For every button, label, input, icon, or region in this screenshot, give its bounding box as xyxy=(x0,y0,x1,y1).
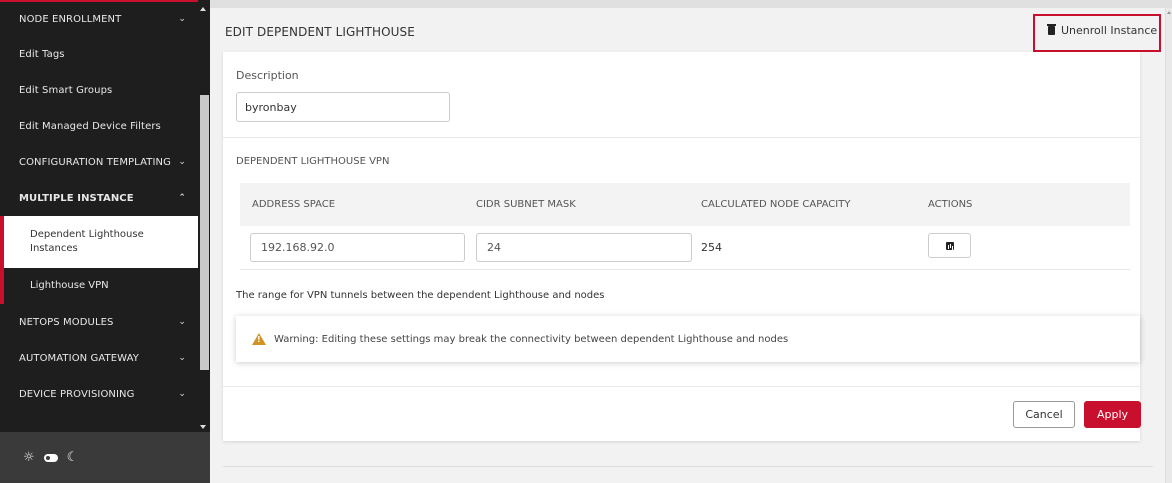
column-header-cidr-mask: CIDR SUBNET MASK xyxy=(476,199,576,210)
sidebar-item-edit-tags[interactable]: Edit Tags xyxy=(0,36,198,72)
sidebar-item-device-provisioning[interactable]: DEVICE PROVISIONING ⌄ xyxy=(0,376,198,412)
chevron-down-icon: ⌄ xyxy=(178,317,186,327)
moon-icon[interactable]: ☾ xyxy=(67,450,79,465)
sidebar-item-label: Edit Managed Device Filters xyxy=(19,120,161,132)
vpn-table-header: ADDRESS SPACE CIDR SUBNET MASK CALCULATE… xyxy=(240,183,1130,226)
column-header-node-capacity: CALCULATED NODE CAPACITY xyxy=(701,199,851,210)
vpn-section-heading: DEPENDENT LIGHTHOUSE VPN xyxy=(236,156,390,167)
top-strip xyxy=(210,0,1172,8)
sidebar-item-dependent-lighthouse-instances[interactable]: Dependent Lighthouse Instances xyxy=(0,216,198,268)
apply-button[interactable]: Apply xyxy=(1084,401,1141,428)
row-action-button[interactable] xyxy=(928,233,971,258)
unenroll-instance-button[interactable]: Unenroll Instance xyxy=(1047,24,1158,37)
divider xyxy=(223,137,1140,138)
node-capacity-value: 254 xyxy=(701,241,722,254)
toggle-icon[interactable] xyxy=(43,453,58,462)
edit-card: Description byronbay DEPENDENT LIGHTHOUS… xyxy=(223,52,1141,441)
page-title: EDIT DEPENDENT LIGHTHOUSE xyxy=(225,25,415,39)
page-scrollbar[interactable] xyxy=(1165,8,1172,483)
address-space-input[interactable]: 192.168.92.0 xyxy=(250,233,465,262)
sidebar-submenu-multiple-instance: Dependent Lighthouse Instances Lighthous… xyxy=(0,216,198,304)
main-content: EDIT DEPENDENT LIGHTHOUSE Unenroll Insta… xyxy=(210,0,1172,483)
column-header-address-space: ADDRESS SPACE xyxy=(252,199,336,210)
cancel-button[interactable]: Cancel xyxy=(1013,401,1075,428)
chevron-down-icon: ⌄ xyxy=(178,157,186,167)
sidebar-nav: NODE ENROLLMENT ⌄ Edit Tags Edit Smart G… xyxy=(0,0,198,432)
chevron-down-icon: ⌄ xyxy=(178,389,186,399)
cidr-mask-input[interactable]: 24 xyxy=(476,233,692,262)
sidebar-item-label: MULTIPLE INSTANCE xyxy=(19,192,134,204)
sidebar-item-netops-modules[interactable]: NETOPS MODULES ⌄ xyxy=(0,304,198,340)
footer-divider xyxy=(223,466,1153,467)
sidebar-item-node-enrollment[interactable]: NODE ENROLLMENT ⌄ xyxy=(0,0,198,36)
chevron-down-icon: ⌄ xyxy=(178,353,186,363)
sidebar-scroll-thumb[interactable] xyxy=(200,95,209,370)
sun-icon[interactable]: ☼ xyxy=(23,450,35,465)
sidebar-item-label: CONFIGURATION TEMPLATING xyxy=(19,156,171,168)
warning-icon xyxy=(252,333,266,345)
table-row: 192.168.92.0 24 254 xyxy=(240,226,1130,270)
warning-banner: Warning: Editing these settings may brea… xyxy=(236,316,1140,362)
divider xyxy=(223,386,1140,387)
chart-icon xyxy=(945,241,954,250)
sidebar-item-label: AUTOMATION GATEWAY xyxy=(19,352,139,364)
scroll-up-icon[interactable] xyxy=(200,7,206,11)
description-label: Description xyxy=(236,69,299,82)
sidebar-item-label: NETOPS MODULES xyxy=(19,316,114,328)
range-helper-text: The range for VPN tunnels between the de… xyxy=(236,290,605,301)
sidebar: NODE ENROLLMENT ⌄ Edit Tags Edit Smart G… xyxy=(0,0,210,483)
trash-icon xyxy=(1047,24,1056,35)
sidebar-item-lighthouse-vpn[interactable]: Lighthouse VPN xyxy=(0,268,198,304)
warning-text: Warning: Editing these settings may brea… xyxy=(274,333,789,345)
sidebar-item-edit-smart-groups[interactable]: Edit Smart Groups xyxy=(0,72,198,108)
sidebar-item-automation-gateway[interactable]: AUTOMATION GATEWAY ⌄ xyxy=(0,340,198,376)
scroll-down-icon[interactable] xyxy=(200,425,206,429)
sidebar-item-configuration-templating[interactable]: CONFIGURATION TEMPLATING ⌄ xyxy=(0,144,198,180)
sidebar-item-label: Lighthouse VPN xyxy=(30,280,109,291)
scroll-up-icon[interactable] xyxy=(1167,11,1171,14)
sidebar-item-label: Edit Tags xyxy=(19,48,65,60)
sidebar-item-edit-managed-device-filters[interactable]: Edit Managed Device Filters xyxy=(0,108,198,144)
sidebar-item-label: DEVICE PROVISIONING xyxy=(19,388,135,400)
chevron-down-icon: ⌄ xyxy=(178,14,186,24)
description-input[interactable]: byronbay xyxy=(236,92,450,122)
sidebar-item-label: Edit Smart Groups xyxy=(19,84,113,96)
sidebar-item-label: NODE ENROLLMENT xyxy=(19,13,122,25)
unenroll-label: Unenroll Instance xyxy=(1061,24,1158,37)
sidebar-item-label: Dependent Lighthouse Instances xyxy=(30,229,144,254)
chevron-up-icon: ⌃ xyxy=(178,193,186,203)
sidebar-item-multiple-instance[interactable]: MULTIPLE INSTANCE ⌃ xyxy=(0,180,198,216)
column-header-actions: ACTIONS xyxy=(928,199,973,210)
theme-switcher: ☼ ☾ xyxy=(0,432,210,483)
